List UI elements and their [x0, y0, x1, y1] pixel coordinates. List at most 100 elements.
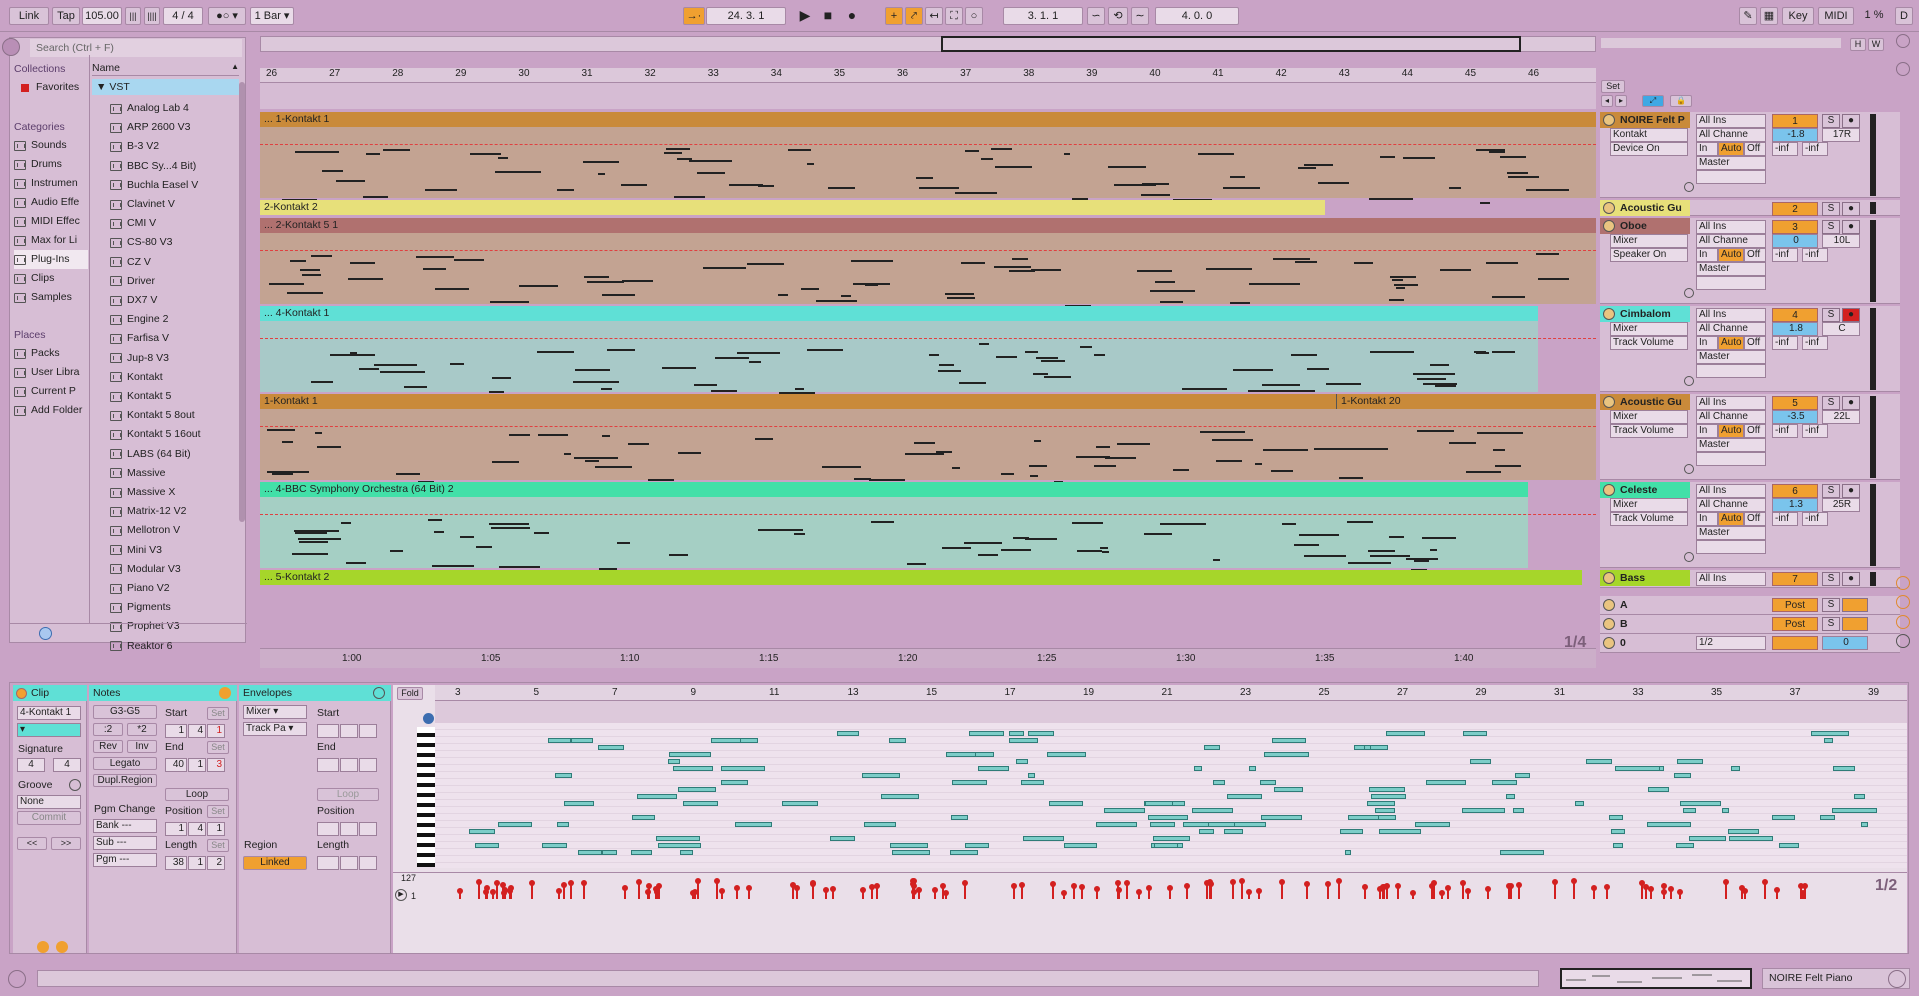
output-select[interactable]: Master [1696, 438, 1766, 452]
velocity-marker[interactable] [1643, 883, 1650, 899]
velocity-marker[interactable] [1384, 882, 1391, 899]
play-icon[interactable]: ▶ [795, 7, 815, 25]
velocity-marker[interactable] [1431, 880, 1438, 899]
category-samples[interactable]: Samples [14, 288, 72, 307]
nudge-icon[interactable]: |||| [144, 7, 160, 25]
midi-note[interactable] [889, 843, 929, 848]
velocity-marker[interactable] [1677, 889, 1684, 899]
output-select[interactable]: Master [1696, 526, 1766, 540]
midi-note[interactable] [498, 822, 533, 827]
track-name[interactable]: Cimbalom [1600, 306, 1690, 322]
velocity-marker[interactable] [1516, 882, 1523, 899]
velocity-marker[interactable] [942, 889, 949, 899]
pan-field[interactable]: C [1822, 322, 1860, 336]
midi-note[interactable] [1020, 780, 1044, 785]
velocity-marker[interactable] [1410, 889, 1417, 899]
keyboard-icon[interactable]: ▦ [1760, 7, 1778, 25]
velocity-marker[interactable] [1114, 880, 1121, 899]
track-activator[interactable]: 1 [1772, 114, 1818, 128]
env-pos-six[interactable] [359, 822, 377, 836]
velocity-marker[interactable] [1484, 885, 1491, 899]
midi-note[interactable] [1832, 766, 1856, 771]
midi-note[interactable] [1680, 801, 1722, 806]
input-channel-select[interactable]: All Channe [1696, 128, 1766, 142]
midi-note[interactable] [1611, 829, 1625, 834]
fold-track-icon[interactable] [1603, 599, 1615, 611]
place-current-project[interactable]: Current P [14, 382, 76, 401]
midi-note[interactable] [1264, 752, 1310, 757]
midi-note[interactable] [668, 759, 681, 764]
midi-note[interactable] [720, 766, 765, 771]
velocity-marker[interactable] [1591, 885, 1598, 899]
env-len-bar[interactable] [317, 856, 339, 870]
monitor-off-button[interactable]: Off [1744, 424, 1766, 438]
solo-button[interactable]: S [1822, 396, 1840, 410]
browser-scrollbar[interactable] [239, 82, 245, 522]
velocity-marker[interactable] [1741, 888, 1748, 899]
volume-field[interactable]: 1.3 [1772, 498, 1818, 512]
midi-note[interactable] [1339, 829, 1364, 834]
plugin-item[interactable]: B-3 V2 [110, 137, 159, 156]
fold-track-icon[interactable] [1603, 637, 1615, 649]
input-channel-select[interactable]: All Channe [1696, 322, 1766, 336]
category-clips[interactable]: Clips [14, 269, 54, 288]
monitor-off-button[interactable]: Off [1744, 336, 1766, 350]
sig-num-field[interactable]: 4 [17, 758, 45, 772]
notes-expand-icon[interactable] [219, 687, 231, 699]
position-set-button[interactable]: Set [207, 805, 229, 818]
sub-field[interactable]: Sub --- [93, 836, 157, 850]
pgm-field[interactable]: Pgm --- [93, 853, 157, 867]
velocity-marker[interactable] [567, 880, 574, 899]
monitor-in-button[interactable]: In [1696, 142, 1718, 156]
velocity-marker[interactable] [1505, 882, 1512, 899]
velocity-marker[interactable] [1060, 889, 1067, 899]
track-name[interactable]: NOIRE Felt P [1600, 112, 1690, 128]
velocity-marker[interactable] [1079, 883, 1086, 899]
master-quant-select[interactable]: 1/2 [1696, 636, 1766, 650]
monitor-in-button[interactable]: In [1696, 424, 1718, 438]
peak-meter[interactable]: -inf [1772, 142, 1798, 156]
envelope-device-select[interactable]: Mixer ▾ [243, 705, 307, 719]
midi-note[interactable] [469, 829, 495, 834]
length-set-button[interactable]: Set [207, 839, 229, 852]
device-select[interactable]: Mixer [1610, 498, 1688, 512]
solo-button[interactable]: S [1822, 484, 1840, 498]
plugin-item[interactable]: Engine 2 [110, 310, 168, 329]
plugin-item[interactable]: CS-80 V3 [110, 233, 173, 252]
velocity-marker[interactable] [1376, 885, 1383, 899]
velocity-expand-icon[interactable]: ▶ [395, 889, 407, 901]
velocity-marker[interactable] [1206, 879, 1213, 899]
midi-note[interactable] [1154, 843, 1178, 848]
velocity-marker[interactable] [859, 886, 866, 899]
end-beat[interactable]: 1 [188, 758, 206, 772]
fold-track-icon[interactable] [1603, 618, 1615, 630]
returns-toggle-icon[interactable] [1896, 576, 1910, 590]
pitch-range-field[interactable]: G3-G5 [93, 705, 157, 719]
fold-track-icon[interactable] [1603, 484, 1615, 496]
lock-icon[interactable]: 🔒 [1670, 95, 1692, 107]
input-type-select[interactable]: All Ins [1696, 220, 1766, 234]
position-sixteenth[interactable]: 1 [207, 822, 225, 836]
midi-note[interactable] [1234, 822, 1267, 827]
fold-track-icon[interactable] [1603, 202, 1615, 214]
add-lane-icon[interactable] [1684, 182, 1694, 192]
velocity-marker[interactable] [1184, 883, 1191, 899]
midi-note[interactable] [1377, 815, 1397, 820]
sends-toggle-icon[interactable] [1896, 62, 1910, 76]
velocity-marker[interactable] [940, 883, 947, 899]
midi-note[interactable] [1615, 766, 1661, 771]
output-channel-select[interactable] [1696, 364, 1766, 378]
track-lane[interactable]: ... 1-Kontakt 1 [260, 112, 1596, 205]
plugin-item[interactable]: Piano V2 [110, 579, 170, 598]
quantize-select[interactable]: 1 Bar ▾ [250, 7, 294, 25]
midi-note[interactable] [1676, 843, 1694, 848]
clip-name-field[interactable]: 4-Kontakt 1 [17, 706, 81, 720]
key-map-button[interactable]: Key [1782, 7, 1814, 25]
output-channel-select[interactable] [1696, 452, 1766, 466]
monitor-in-button[interactable]: In [1696, 248, 1718, 262]
stop-icon[interactable]: ■ [818, 7, 838, 25]
midi-note[interactable] [1820, 815, 1835, 820]
midi-note[interactable] [1249, 766, 1256, 771]
midi-note[interactable] [475, 843, 500, 848]
peak-meter-r[interactable]: -inf [1802, 248, 1828, 262]
